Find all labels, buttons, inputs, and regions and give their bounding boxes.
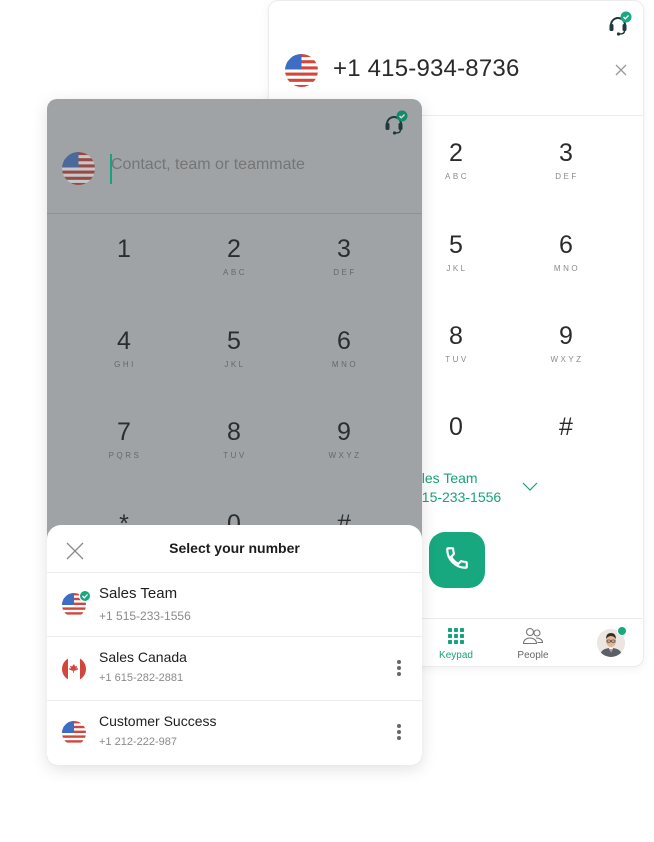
key-letters: DEF [555, 172, 579, 181]
us-flag-icon[interactable] [62, 152, 95, 190]
key-digit: 8 [449, 322, 463, 350]
selected-check-icon [79, 589, 91, 607]
contact-search-input[interactable] [111, 156, 391, 174]
keypad-key-3[interactable]: 3 DEF [521, 138, 611, 181]
key-digit: 0 [449, 413, 463, 441]
sheet-title: Select your number [169, 540, 300, 556]
call-button[interactable] [429, 532, 485, 588]
key-letters: WXYZ [550, 355, 584, 364]
us-flag-icon[interactable] [285, 54, 318, 92]
number-option-sales-team[interactable]: Sales Team +1 515-233-1556 [47, 572, 422, 636]
nav-keypad-label: Keypad [439, 650, 473, 661]
caller-id-number: 515-233-1556 [414, 489, 502, 505]
keypad-key-2[interactable]: 2 ABC [411, 138, 501, 181]
dialer-panel-front: 1 2 ABC 3 DEF 4 GHI 5 JKL 6 MNO 7 PQRS 8… [47, 99, 422, 765]
key-letters: MNO [553, 264, 581, 273]
key-letters: TUV [445, 355, 469, 364]
option-number: +1 615-282-2881 [99, 672, 184, 684]
key-letters: MNO [331, 360, 359, 369]
divider [47, 213, 422, 214]
keypad-key-8[interactable]: 8 TUV [411, 321, 501, 364]
option-number: +1 515-233-1556 [99, 609, 191, 623]
keypad-key-2[interactable]: 2 ABC [189, 234, 279, 277]
key-letters: JKL [224, 360, 246, 369]
us-flag-icon [62, 590, 91, 622]
key-digit: 5 [227, 327, 241, 355]
key-letters: PQRS [108, 451, 142, 460]
key-digit: 4 [117, 327, 131, 355]
number-option-sales-canada[interactable]: Sales Canada +1 615-282-2881 [47, 636, 422, 700]
key-digit: 8 [227, 418, 241, 446]
keypad-key-hash[interactable]: # [521, 412, 611, 442]
more-options-icon[interactable] [396, 723, 402, 746]
us-flag-icon [62, 721, 86, 750]
nav-keypad[interactable]: Keypad [421, 627, 491, 661]
phone-icon [444, 545, 470, 576]
headset-available-icon[interactable] [606, 11, 632, 42]
close-icon[interactable] [614, 63, 628, 82]
more-options-icon[interactable] [396, 659, 402, 682]
number-option-customer-success[interactable]: Customer Success +1 212-222-987 [47, 700, 422, 764]
key-digit: 6 [337, 327, 351, 355]
key-letters: DEF [333, 268, 357, 277]
key-digit: 3 [337, 235, 351, 263]
keypad-key-0[interactable]: 0 [411, 412, 501, 442]
keypad-key-5[interactable]: 5 JKL [411, 230, 501, 273]
key-letters: ABC [445, 172, 469, 181]
key-letters: ABC [223, 268, 247, 277]
key-letters: TUV [223, 451, 247, 460]
key-digit: 1 [117, 235, 131, 263]
keypad-key-3[interactable]: 3 DEF [299, 234, 389, 277]
keypad-key-8[interactable]: 8 TUV [189, 417, 279, 460]
people-icon [522, 627, 544, 648]
keypad-key-7[interactable]: 7 PQRS [79, 417, 169, 460]
key-digit: 3 [559, 139, 573, 167]
option-name: Sales Canada [99, 649, 187, 665]
key-digit: 2 [227, 235, 241, 263]
keypad-grid-icon [447, 628, 465, 648]
key-letters: GHI [114, 360, 136, 369]
select-number-sheet: Select your number Sales Team +1 515-233… [47, 525, 422, 765]
key-digit: 6 [559, 231, 573, 259]
keypad-key-6[interactable]: 6 MNO [521, 230, 611, 273]
key-digit: 5 [449, 231, 463, 259]
key-letters: WXYZ [328, 451, 362, 460]
key-letters: JKL [446, 264, 468, 273]
keypad-key-5[interactable]: 5 JKL [189, 326, 279, 369]
caller-id-name: ales Team [414, 470, 478, 486]
presence-indicator [617, 626, 627, 636]
nav-people-label: People [517, 650, 549, 661]
keypad-key-1[interactable]: 1 [79, 234, 169, 264]
chevron-down-icon[interactable] [522, 479, 538, 497]
keypad-key-9[interactable]: 9 WXYZ [299, 417, 389, 460]
keypad-key-6[interactable]: 6 MNO [299, 326, 389, 369]
option-name: Customer Success [99, 713, 217, 729]
keypad-key-9[interactable]: 9 WXYZ [521, 321, 611, 364]
option-number: +1 212-222-987 [99, 736, 177, 748]
keypad-key-4[interactable]: 4 GHI [79, 326, 169, 369]
key-digit: 9 [559, 322, 573, 350]
dialed-number[interactable]: +1 415-934-8736 [333, 55, 520, 83]
key-digit: 2 [449, 139, 463, 167]
caller-id-selector[interactable]: ales Team 515-233-1556 [414, 469, 501, 507]
headset-available-icon[interactable] [382, 110, 408, 141]
canada-flag-icon [62, 657, 86, 686]
key-digit: # [559, 413, 573, 441]
key-digit: 9 [337, 418, 351, 446]
option-name: Sales Team [99, 585, 178, 602]
nav-people[interactable]: People [498, 627, 568, 661]
key-digit: 7 [117, 418, 131, 446]
